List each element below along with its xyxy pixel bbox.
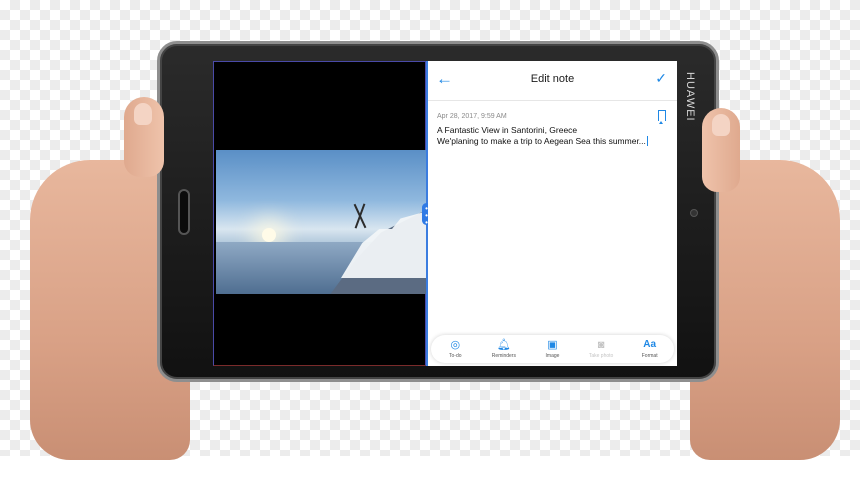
check-circle-icon: ◎ [450, 339, 461, 351]
note-header: ← Edit note ✓ [428, 61, 677, 101]
thumbnail [134, 103, 152, 125]
bell-icon: 🔔︎ [496, 339, 511, 351]
reminders-button[interactable]: 🔔︎ Reminders [483, 339, 525, 359]
split-right-pane: ← Edit note ✓ Apr 28, 2017, 9:59 AM A Fa… [428, 61, 677, 366]
santorini-photo[interactable] [216, 150, 426, 294]
home-button[interactable] [178, 189, 190, 235]
note-toolbar: ◎ To-do 🔔︎ Reminders ▣ Image ◙ Take phot… [431, 335, 674, 363]
split-left-pane[interactable] [213, 61, 426, 366]
take-photo-button[interactable]: ◙ Take photo [580, 339, 622, 359]
text-cursor [646, 136, 648, 146]
note-text-line[interactable]: A Fantastic View in Santorini, Greece [437, 125, 577, 135]
bookmark-icon[interactable] [658, 110, 666, 124]
tablet-screen: • • • ← Edit note ✓ Apr 28, 2017, 9:59 AM … [213, 61, 677, 366]
right-thumb [702, 108, 740, 192]
thumbnail [712, 114, 730, 136]
todo-button[interactable]: ◎ To-do [434, 339, 476, 359]
format-button[interactable]: Aa Format [629, 339, 671, 359]
save-check-icon[interactable]: ✓ [655, 70, 667, 87]
note-text-line[interactable]: We'planing to make a trip to Aegean Sea … [437, 136, 648, 146]
background-bottom-strip [0, 456, 860, 486]
note-date: Apr 28, 2017, 9:59 AM [437, 113, 507, 120]
image-button[interactable]: ▣ Image [531, 339, 573, 359]
page-title: Edit note [530, 73, 575, 85]
tablet-device: HUAWEI • • • ← Edit note ✓ Apr 28, 2017, 9… [157, 41, 719, 382]
left-thumb [124, 97, 164, 177]
brand-logo: HUAWEI [684, 72, 696, 122]
sun [262, 228, 276, 242]
format-icon: Aa [643, 339, 657, 350]
front-camera [690, 209, 698, 217]
image-icon: ▣ [547, 339, 558, 351]
camera-icon: ◙ [597, 339, 605, 351]
